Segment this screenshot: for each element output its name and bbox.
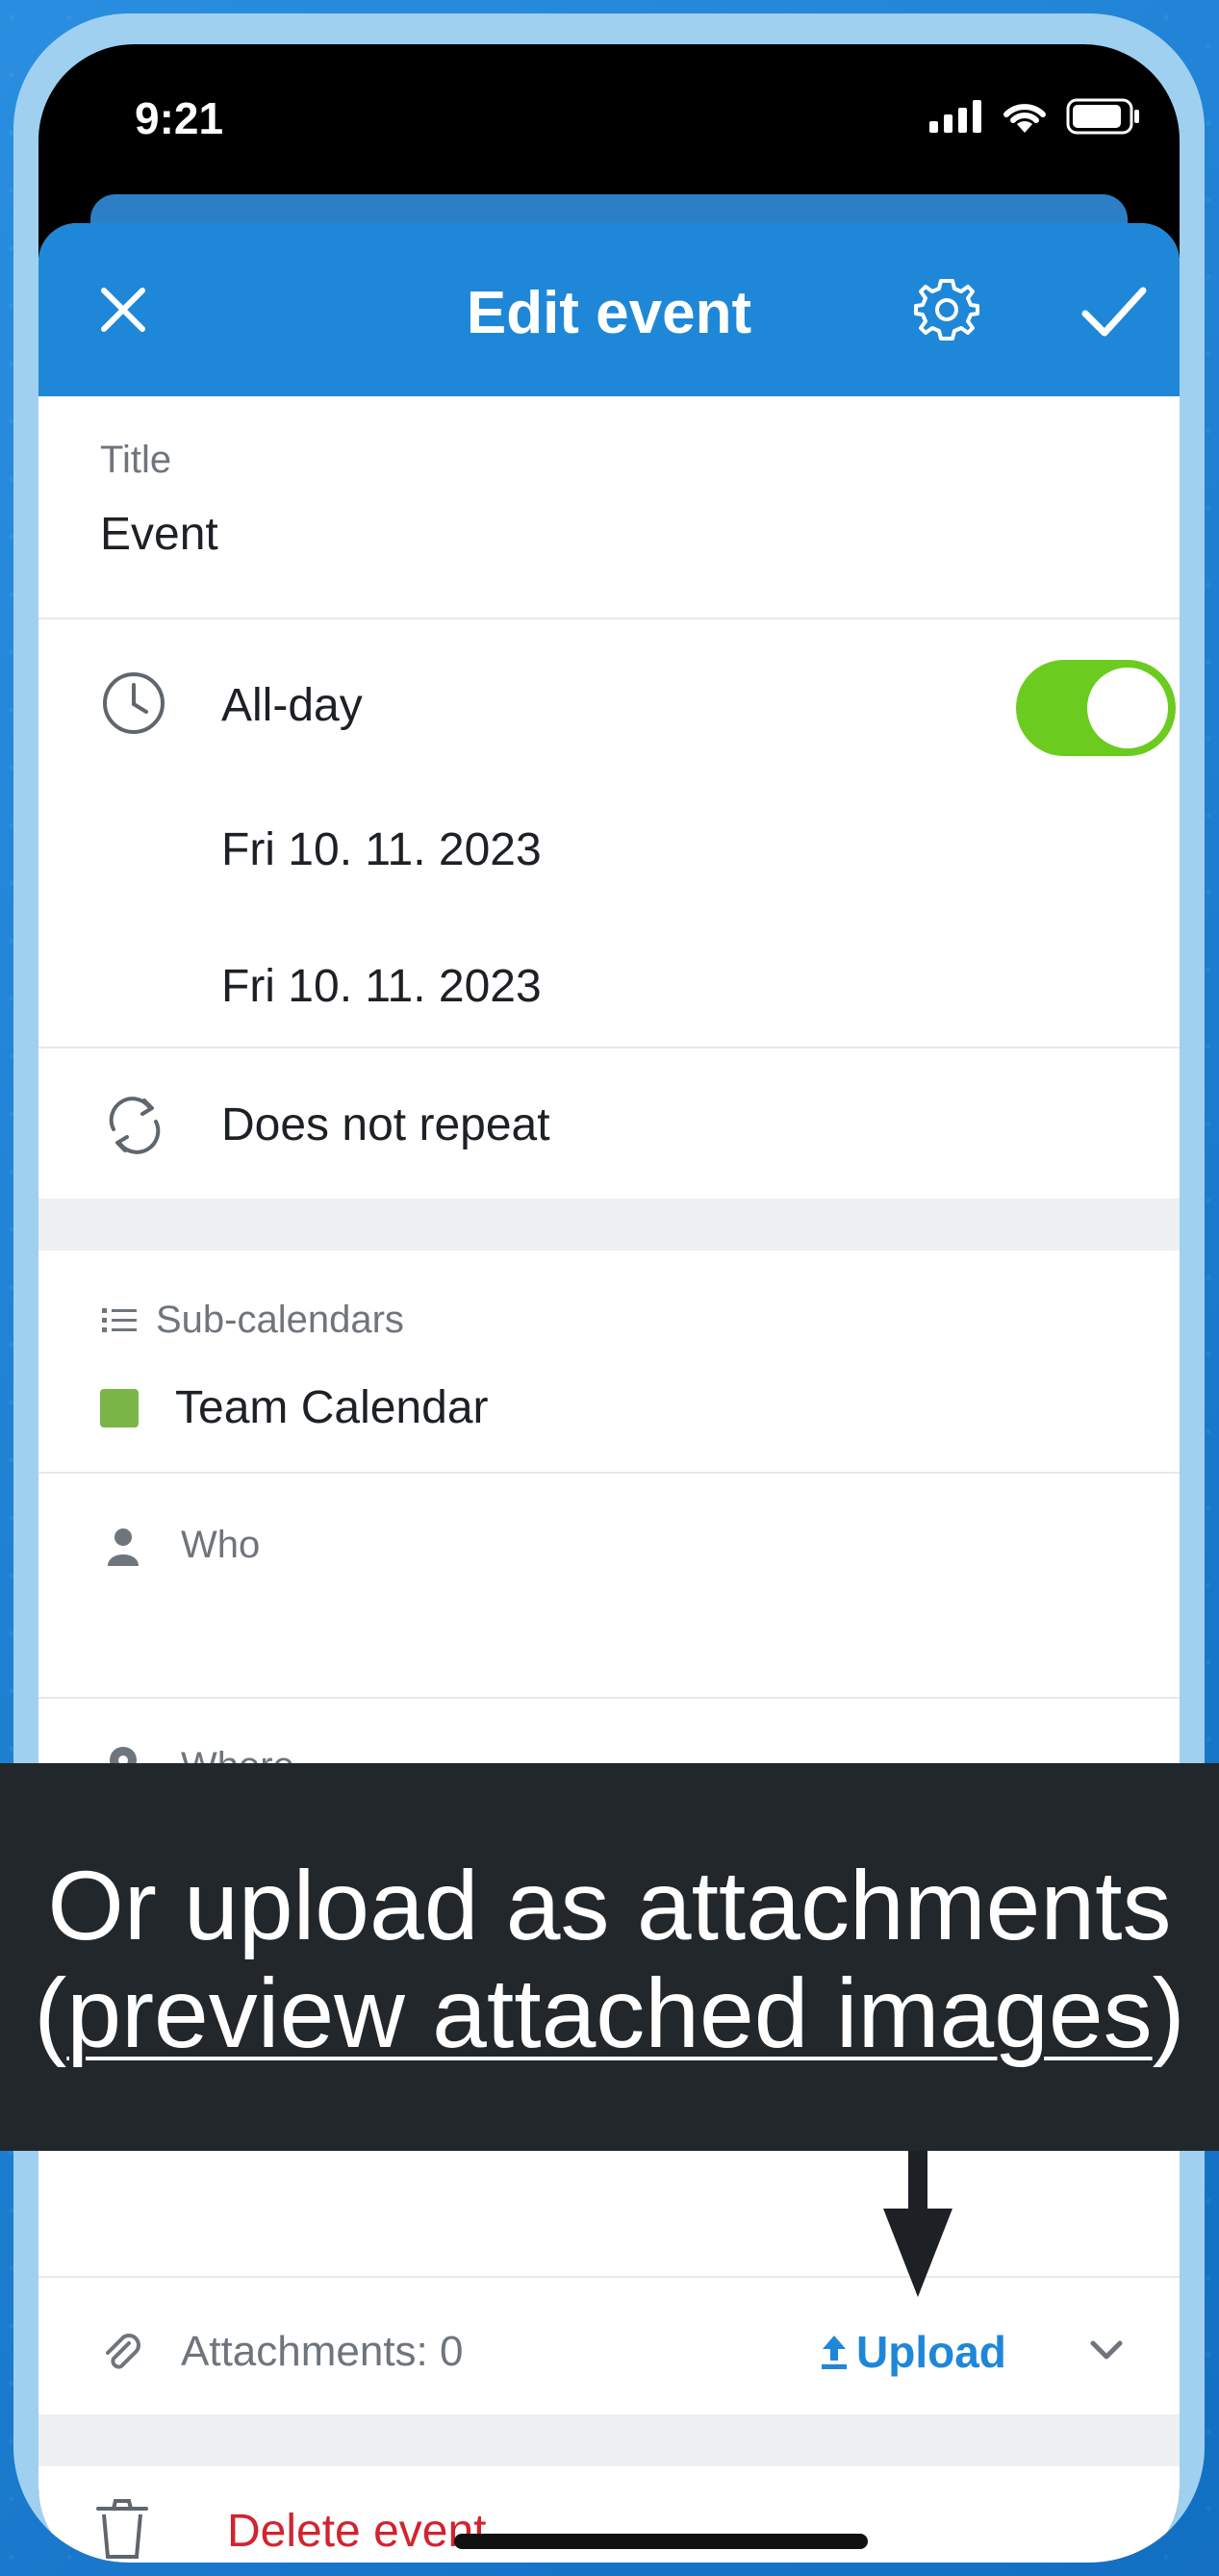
trash-icon: [96, 2499, 148, 2559]
attachments-label: Attachments: 0: [181, 2328, 464, 2375]
clock-icon: [103, 672, 165, 734]
allday-toggle[interactable]: [1016, 660, 1176, 756]
date-section: All-day Fri 10. 11. 2023 Fri 10. 11. 202…: [38, 619, 1180, 1048]
repeat-icon: [109, 1097, 161, 1154]
preview-images-link[interactable]: preview attached images: [66, 1958, 1152, 2068]
who-row[interactable]: Who: [38, 1474, 1180, 1699]
allday-label: All-day: [221, 680, 363, 731]
caption-line2: (preview attached images): [0, 1957, 1219, 2070]
caption-open-paren: (: [34, 1958, 67, 2068]
section-gap: [38, 1199, 1180, 1250]
caption-close-paren: ): [1152, 1958, 1185, 2068]
header-bar: Edit event: [38, 223, 1180, 396]
status-bar: 9:21: [38, 44, 1180, 189]
phone-screen: 9:21 Edit event Title Event All-day Fri …: [38, 44, 1180, 2563]
title-row[interactable]: Title Event: [38, 396, 1180, 619]
wifi-icon: [1003, 104, 1046, 133]
caption-line1: Or upload as attachments: [47, 1851, 1172, 1960]
end-date[interactable]: Fri 10. 11. 2023: [221, 960, 542, 1013]
repeat-row[interactable]: Does not repeat: [38, 1048, 1180, 1199]
list-icon: [102, 1308, 137, 1332]
status-icons: [929, 98, 1141, 135]
save-check-icon[interactable]: [1078, 277, 1151, 344]
upload-icon: [822, 2336, 847, 2369]
section-gap-2: [38, 2414, 1180, 2466]
edit-event-sheet: Edit event Title Event All-day Fri 10. 1…: [38, 223, 1180, 2563]
signal-icon: [929, 100, 981, 133]
toggle-knob: [1087, 668, 1168, 748]
caption-overlay: Or upload as attachments (preview attach…: [0, 1763, 1219, 2151]
subcalendars-label: Sub-calendars: [156, 1299, 404, 1341]
delete-event-button[interactable]: Delete event: [227, 2505, 487, 2558]
title-value: Event: [100, 509, 218, 560]
title-label: Title: [100, 439, 172, 481]
who-label: Who: [181, 1524, 261, 1566]
status-time: 9:21: [135, 93, 224, 143]
person-icon: [108, 1528, 139, 1566]
phone-frame: 9:21 Edit event Title Event All-day Fri …: [13, 13, 1205, 2563]
subcalendars-row[interactable]: Sub-calendars Team Calendar: [38, 1250, 1180, 1474]
upload-label: Upload: [856, 2327, 1006, 2377]
down-arrow-icon: [883, 2151, 952, 2297]
upload-button[interactable]: Upload: [820, 2326, 1006, 2378]
start-date[interactable]: Fri 10. 11. 2023: [221, 823, 542, 876]
home-indicator: [454, 2534, 868, 2549]
calendar-color-swatch: [100, 1389, 139, 1427]
paperclip-icon: [106, 2334, 140, 2369]
battery-icon: [1066, 98, 1139, 135]
page-title: Edit event: [466, 280, 752, 346]
subcalendar-item: Team Calendar: [175, 1382, 489, 1433]
gear-icon[interactable]: [910, 273, 983, 346]
chevron-down-icon[interactable]: [1089, 2337, 1124, 2362]
attachments-row: Attachments: 0 Upload: [38, 2278, 1180, 2414]
repeat-label: Does not repeat: [221, 1099, 550, 1150]
